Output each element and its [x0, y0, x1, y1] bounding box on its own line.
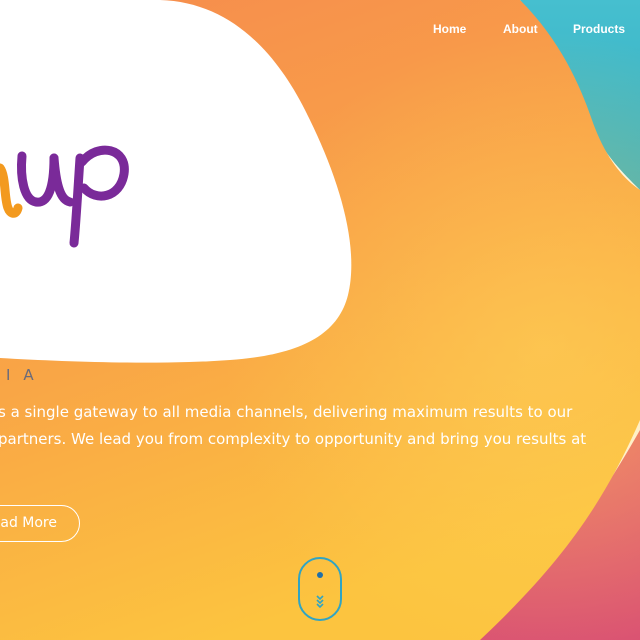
intro-line: s a single gateway to all media channels… — [0, 403, 573, 421]
intro-line: partners. We lead you from complexity to… — [0, 430, 587, 448]
hero-section: Home About Products IA s a single gatewa… — [0, 0, 640, 640]
brand-logo[interactable]: IA — [0, 128, 140, 384]
main-nav: Home About Products — [0, 22, 640, 42]
hero-background — [0, 0, 640, 640]
logo-subtitle: IA — [6, 366, 47, 384]
logo-wordmark — [0, 145, 129, 248]
nav-products-link[interactable]: Products — [573, 22, 625, 36]
scroll-down-indicator[interactable] — [298, 557, 342, 621]
nav-about-link[interactable]: About — [503, 22, 538, 36]
read-more-button[interactable]: ead More — [0, 505, 80, 542]
chevron-down-icon — [316, 595, 324, 609]
nav-home-link[interactable]: Home — [433, 22, 466, 36]
hero-intro-text: s a single gateway to all media channels… — [0, 399, 598, 453]
mouse-scroll-icon — [317, 572, 323, 578]
